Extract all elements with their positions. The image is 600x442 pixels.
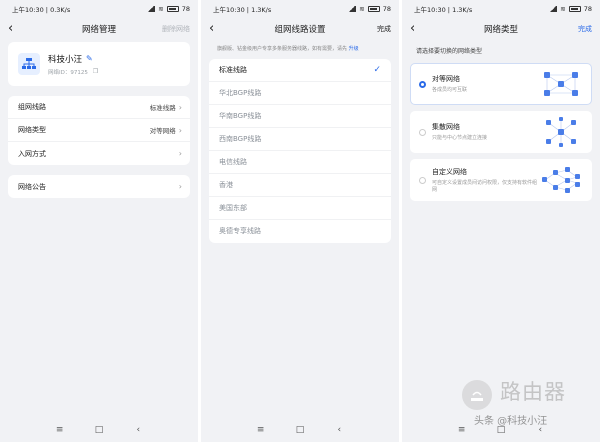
line-description: 旗舰版、钻金级用户专享多条服务器线路，如有需要，请先 升级 xyxy=(217,46,359,52)
battery-level: 78 xyxy=(181,5,190,13)
watermark-logo-text: 路由器 xyxy=(500,380,566,404)
system-nav-bar: ≡ □ ‹ xyxy=(201,418,399,442)
status-time: 上午10:30 | 0.3K/s xyxy=(12,6,71,14)
nav-bar: ‹ 组网线路设置 完成 xyxy=(201,18,399,40)
status-time: 上午10:30 | 1.3K/s xyxy=(213,6,272,14)
row-network-type[interactable]: 网络类型 对等网络 › xyxy=(8,119,190,142)
done-button[interactable]: 完成 xyxy=(578,24,592,34)
status-bar: 上午10:30 | 0.3K/s ≋ 78 xyxy=(0,0,198,18)
wifi-icon: ≋ xyxy=(158,5,164,13)
chevron-right-icon: › xyxy=(178,182,182,191)
done-button[interactable]: 完成 xyxy=(377,24,391,34)
nav-bar: ‹ 网络管理 删除网络 xyxy=(0,18,198,40)
menu-icon[interactable]: ≡ xyxy=(254,425,268,435)
radio-unselected[interactable] xyxy=(419,176,426,184)
back-icon[interactable]: ‹ xyxy=(8,18,28,40)
menu-icon[interactable]: ≡ xyxy=(53,425,67,435)
system-nav-bar: ≡ □ ‹ xyxy=(0,418,198,442)
line-item[interactable]: 奥德专享线路 xyxy=(209,220,391,243)
chevron-right-icon: › xyxy=(178,149,182,158)
status-time: 上午10:30 | 1.3K/s xyxy=(414,6,473,14)
home-icon[interactable]: □ xyxy=(92,425,106,435)
menu-icon[interactable]: ≡ xyxy=(455,425,469,435)
line-item[interactable]: 电信线路 xyxy=(209,151,391,174)
status-bar: 上午10:30 | 1.3K/s ≋ 78 xyxy=(402,0,600,18)
page-title: 组网线路设置 xyxy=(274,25,326,35)
back-nav-icon[interactable]: ‹ xyxy=(332,425,346,435)
battery-icon xyxy=(166,6,179,12)
wifi-icon: ≋ xyxy=(560,5,566,13)
nav-bar: ‹ 网络类型 完成 xyxy=(402,18,600,40)
battery-icon xyxy=(568,6,581,12)
check-icon: ✓ xyxy=(373,64,381,75)
back-icon[interactable]: ‹ xyxy=(209,18,229,40)
line-item[interactable]: 香港 xyxy=(209,174,391,197)
network-topology-icon xyxy=(18,53,40,75)
network-profile-card: 科技小汪 ✎ 网络ID：97125 ❐ xyxy=(8,42,190,86)
delete-network-button[interactable]: 删除网络 xyxy=(162,24,190,34)
line-item[interactable]: 西南BGP线路 xyxy=(209,128,391,151)
announcement-card: 网络公告 › xyxy=(8,175,190,198)
line-item[interactable]: 标准线路 ✓ xyxy=(209,59,391,82)
line-item[interactable]: 华北BGP线路 xyxy=(209,82,391,105)
upgrade-link[interactable]: 升级 xyxy=(349,46,359,52)
network-name: 科技小汪 xyxy=(48,54,83,65)
router-watermark-icon xyxy=(462,380,492,410)
back-nav-icon[interactable]: ‹ xyxy=(131,425,145,435)
radio-unselected[interactable] xyxy=(419,128,426,136)
wifi-icon: ≋ xyxy=(359,5,365,13)
peer-network-diagram xyxy=(544,72,578,96)
battery-level: 78 xyxy=(382,5,391,13)
chevron-right-icon: › xyxy=(178,102,182,112)
line-item[interactable]: 美国东部 xyxy=(209,197,391,220)
signal-icon xyxy=(348,6,357,12)
back-icon[interactable]: ‹ xyxy=(410,18,430,40)
row-announcement[interactable]: 网络公告 › xyxy=(8,175,190,198)
type-option-hub[interactable]: 集散网络 只能与中心节点建立连接 xyxy=(410,111,592,153)
settings-list: 组网线路 标准线路 › 网络类型 对等网络 › 入网方式 › xyxy=(8,96,190,165)
battery-level: 78 xyxy=(583,5,592,13)
type-option-custom[interactable]: 自定义网络 可自定义设置成员间访问权限，仅支持有软件组网 xyxy=(410,159,592,201)
line-item[interactable]: 华南BGP线路 xyxy=(209,105,391,128)
status-bar: 上午10:30 | 1.3K/s ≋ 78 xyxy=(201,0,399,18)
chevron-right-icon: › xyxy=(178,125,182,135)
watermark-author: 头条 @科技小汪 xyxy=(474,416,548,427)
radio-selected[interactable] xyxy=(419,80,426,88)
signal-icon xyxy=(147,6,156,12)
row-network-line[interactable]: 组网线路 标准线路 › xyxy=(8,96,190,119)
battery-icon xyxy=(367,6,380,12)
home-icon[interactable]: □ xyxy=(293,425,307,435)
type-option-peer[interactable]: 对等网络 各成员均可互联 xyxy=(410,63,592,105)
row-join-method[interactable]: 入网方式 › xyxy=(8,142,190,165)
network-id: 网络ID：97125 xyxy=(48,69,88,76)
copy-icon[interactable]: ❐ xyxy=(93,68,98,75)
type-hint: 请选择要切换的网络类型 xyxy=(416,48,483,55)
hub-network-diagram xyxy=(546,117,576,147)
edit-icon[interactable]: ✎ xyxy=(86,54,93,63)
page-title: 网络类型 xyxy=(483,25,518,35)
custom-network-diagram xyxy=(542,167,580,193)
network-line-settings-screen: 上午10:30 | 1.3K/s ≋ 78 ‹ 组网线路设置 完成 旗舰版、钻金级… xyxy=(201,0,399,442)
signal-icon xyxy=(549,6,558,12)
network-management-screen: 上午10:30 | 0.3K/s ≋ 78 ‹ 网络管理 删除网络 科技小汪 ✎ 网… xyxy=(0,0,198,442)
line-list: 标准线路 ✓ 华北BGP线路 华南BGP线路 西南BGP线路 电信线路 香港 美国… xyxy=(209,58,391,243)
